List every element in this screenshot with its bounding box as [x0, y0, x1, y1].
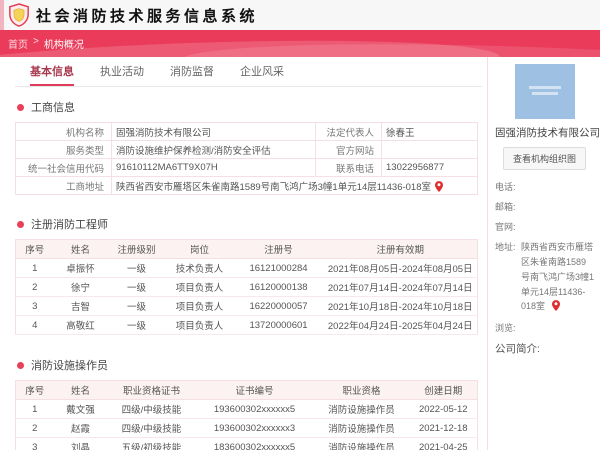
breadcrumb-band: 首页 > 机构概况 — [0, 30, 600, 57]
tab-practice-activity[interactable]: 执业活动 — [100, 63, 144, 86]
table-row: 机构名称 固强消防技术有限公司 法定代表人 徐春王 — [15, 122, 478, 141]
breadcrumb-current: 机构概况 — [43, 40, 84, 51]
table-row: 3 刘晶 五级/初级技能 183600302xxxxxx5 消防设施操作员 20… — [15, 437, 478, 450]
section-fire-engineers: 注册消防工程师 — [17, 216, 482, 232]
company-profile-label: 公司简介: — [495, 343, 540, 356]
breadcrumb: 首页 > 机构概况 — [8, 36, 84, 51]
address-label: 工商地址 — [15, 176, 112, 195]
bullet-dot-icon — [17, 361, 24, 369]
table-row: 1 戴文强 四级/中级技能 193600302xxxxxx5 消防设施操作员 2… — [15, 399, 478, 419]
tab-basic-info[interactable]: 基本信息 — [30, 63, 74, 86]
facility-operators-table: 序号 姓名 职业资格证书 证书编号 职业资格 创建日期 1 戴文强 四级/中级技… — [15, 380, 478, 450]
map-pin-icon[interactable] — [435, 180, 443, 192]
business-address: 陕西省西安市雁塔区朱雀南路1589号南飞鸿广场3幢1单元14层11436-018… — [116, 181, 431, 193]
table-row: 服务类型 消防设施维护保养检测/消防安全评估 官方网站 — [15, 140, 478, 159]
field-address: 地址: 陕西省西安市雁塔区朱雀南路1589号南飞鸿广场3幢1单元14层11436… — [495, 242, 595, 312]
table-row: 2 徐宁 一级 项目负责人 16120000138 2021年07月14日-20… — [15, 277, 478, 297]
table-row-address: 工商地址 陕西省西安市雁塔区朱雀南路1589号南飞鸿广场3幢1单元14层1143… — [15, 176, 478, 195]
tab-company-showcase[interactable]: 企业风采 — [240, 63, 284, 86]
table-row: 3 吉智 一级 项目负责人 16220000057 2021年10月18日-20… — [15, 296, 478, 316]
fire-engineers-table: 序号 姓名 注册级别 岗位 注册号 注册有效期 1 卓振怀 一级 技术负责人 1… — [15, 239, 478, 335]
business-info-table: 机构名称 固强消防技术有限公司 法定代表人 徐春王 服务类型 消防设施维护保养检… — [15, 122, 478, 195]
table-row: 4 高敬红 一级 项目负责人 13720000601 2022年04月24日-2… — [15, 315, 478, 335]
view-org-chart-button[interactable]: 查看机构组织图 — [502, 147, 586, 170]
edge-decoration — [0, 0, 4, 30]
breadcrumb-separator: > — [33, 36, 39, 47]
company-sidebar: 固强消防技术有限公司 查看机构组织图 电话: 邮箱: 官网: 地址: 陕西省西安… — [487, 57, 600, 450]
table-header-row: 序号 姓名 注册级别 岗位 注册号 注册有效期 — [15, 239, 478, 259]
table-row: 1 卓振怀 一级 技术负责人 16121000284 2021年08月05日-2… — [15, 258, 478, 278]
company-logo — [514, 64, 575, 119]
table-row: 统一社会信用代码 91610112MA6TT9X07H 联系电话 1302295… — [15, 158, 478, 177]
field-phone: 电话: — [495, 182, 516, 192]
bullet-dot-icon — [17, 220, 24, 228]
field-website: 官网: — [495, 222, 516, 232]
breadcrumb-home[interactable]: 首页 — [8, 36, 28, 51]
section-title-text: 消防设施操作员 — [31, 360, 108, 372]
field-email: 邮箱: — [495, 202, 516, 212]
section-title-text: 注册消防工程师 — [31, 219, 108, 231]
section-facility-operators: 消防设施操作员 — [17, 357, 482, 373]
tab-fire-supervision[interactable]: 消防监督 — [170, 63, 214, 86]
shield-icon — [9, 3, 29, 27]
app-header: 社会消防技术服务信息系统 — [0, 0, 600, 30]
section-business-info: 工商信息 — [17, 99, 482, 115]
company-name: 固强消防技术有限公司 — [495, 127, 600, 139]
field-views: 浏览: — [495, 323, 516, 334]
section-title-text: 工商信息 — [31, 102, 75, 114]
table-header-row: 序号 姓名 职业资格证书 证书编号 职业资格 创建日期 — [15, 380, 478, 400]
map-pin-icon[interactable] — [551, 300, 560, 312]
bullet-dot-icon — [17, 103, 24, 111]
table-row: 2 赵霞 四级/中级技能 193600302xxxxxx3 消防设施操作员 20… — [15, 418, 478, 438]
app-title: 社会消防技术服务信息系统 — [36, 7, 259, 25]
tab-bar: 基本信息 执业活动 消防监督 企业风采 — [15, 63, 482, 87]
main-panel: 基本信息 执业活动 消防监督 企业风采 工商信息 机构名称 固强消防技术有限公司… — [0, 57, 487, 450]
